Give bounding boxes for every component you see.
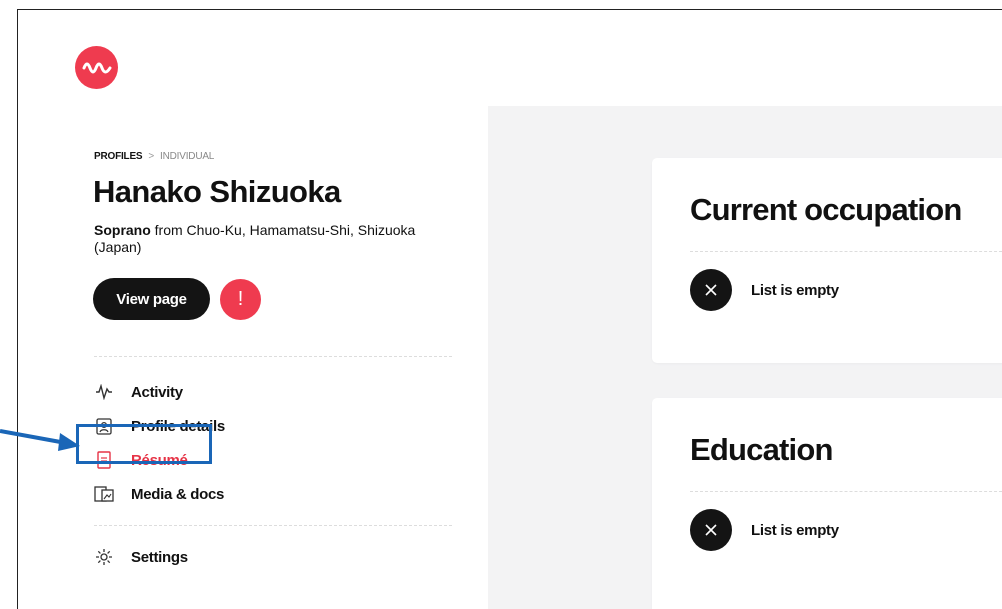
current-occupation-card: Current occupation List is empty bbox=[652, 158, 1002, 363]
card-divider bbox=[690, 491, 1002, 492]
education-card: Education List is empty bbox=[652, 398, 1002, 609]
annotation-highlight-box bbox=[76, 424, 212, 464]
empty-text: List is empty bbox=[751, 281, 839, 299]
settings-nav: Settings bbox=[94, 540, 424, 574]
breadcrumb: PROFILES > INDIVIDUAL bbox=[94, 151, 214, 162]
activity-icon bbox=[94, 383, 114, 401]
annotation-arrow-icon bbox=[0, 429, 80, 451]
top-bar bbox=[18, 10, 1002, 106]
nav-item-media-docs[interactable]: Media & docs bbox=[94, 477, 424, 511]
card-title: Current occupation bbox=[690, 192, 962, 227]
card-title: Education bbox=[690, 432, 833, 467]
empty-text: List is empty bbox=[751, 521, 839, 539]
wave-logo-icon[interactable] bbox=[75, 46, 118, 89]
profile-sidebar: PROFILES > INDIVIDUAL Hanako Shizuoka Sopr… bbox=[65, 106, 488, 609]
breadcrumb-separator: > bbox=[148, 151, 155, 162]
view-page-button[interactable]: View page bbox=[93, 278, 210, 320]
empty-state: List is empty bbox=[690, 269, 839, 311]
divider bbox=[94, 525, 452, 526]
nav-item-settings[interactable]: Settings bbox=[94, 540, 424, 574]
breadcrumb-current: INDIVIDUAL bbox=[160, 151, 215, 162]
main-content: Current occupation List is empty Educati… bbox=[488, 106, 1002, 609]
alert-icon[interactable]: ! bbox=[220, 279, 261, 320]
nav-item-label: Activity bbox=[131, 383, 183, 401]
profile-role: Soprano bbox=[94, 222, 151, 238]
nav-item-label: Media & docs bbox=[131, 485, 225, 503]
nav-item-label: Settings bbox=[131, 548, 188, 566]
card-divider bbox=[690, 251, 1002, 252]
empty-state: List is empty bbox=[690, 509, 839, 551]
profile-name: Hanako Shizuoka bbox=[93, 174, 341, 209]
close-icon bbox=[690, 269, 732, 311]
media-icon bbox=[94, 485, 114, 503]
nav-item-activity[interactable]: Activity bbox=[94, 375, 424, 409]
breadcrumb-profiles[interactable]: PROFILES bbox=[94, 151, 143, 162]
gear-icon bbox=[94, 548, 114, 566]
profile-subtitle: Soprano from Chuo-Ku, Hamamatsu-Shi, Shi… bbox=[94, 222, 434, 256]
app-window: PROFILES > INDIVIDUAL Hanako Shizuoka Sopr… bbox=[17, 9, 1002, 609]
divider bbox=[94, 356, 452, 357]
close-icon bbox=[690, 509, 732, 551]
